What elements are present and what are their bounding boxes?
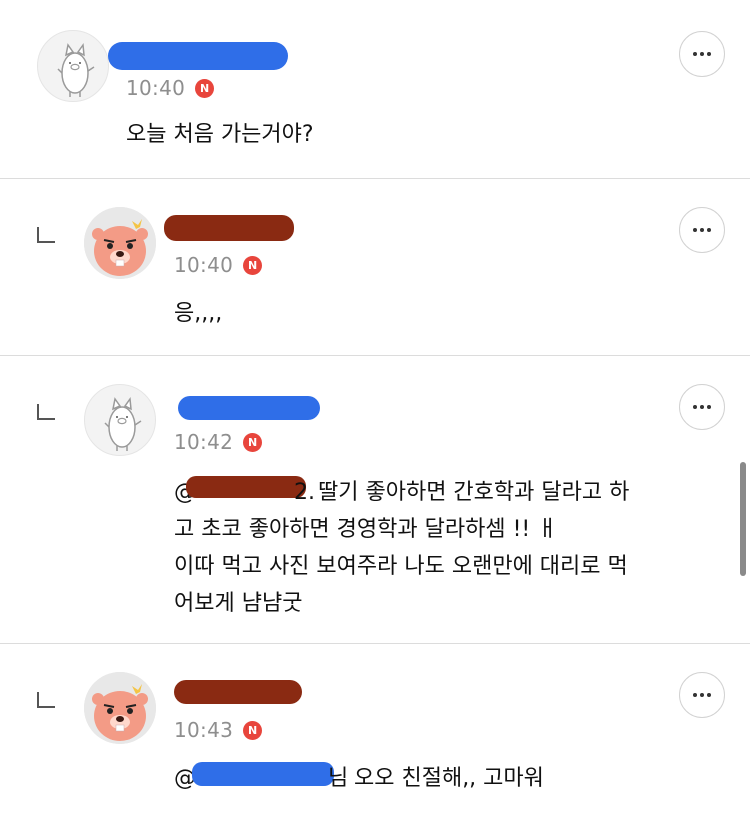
- author-name-redacted: [108, 42, 288, 70]
- avatar[interactable]: [37, 30, 109, 102]
- timestamp: 10:40: [174, 253, 234, 277]
- comment-meta: 10:40 N: [126, 76, 215, 100]
- author-name-redacted: [174, 680, 302, 704]
- more-dot-icon: [693, 405, 697, 409]
- reply-indicator-icon: [37, 227, 55, 243]
- comment-reply: 10:43 N @ 님 오오 친절해,, 고마워: [0, 644, 750, 816]
- comment-meta: 10:43 N: [174, 718, 263, 742]
- reply-indicator-icon: [37, 692, 55, 708]
- more-options-button[interactable]: [679, 672, 725, 718]
- comment-text: 오늘 처음 가는거야?: [126, 122, 314, 147]
- mention-suffix: 님: [328, 766, 349, 791]
- avatar[interactable]: [84, 207, 156, 279]
- more-options-button[interactable]: [679, 31, 725, 77]
- comment-reply: 10:40 N 응,,,,: [0, 179, 750, 355]
- more-options-button[interactable]: [679, 384, 725, 430]
- beaver-character-icon: [84, 207, 156, 279]
- comment-reply: 10:42 N @ 2. 딸기 좋아하면 간호학과 달라고 하 고 초코 좋아하…: [0, 356, 750, 643]
- comment-meta: 10:40 N: [174, 253, 263, 277]
- mention-suffix: 2.: [294, 480, 315, 505]
- beaver-character-icon: [84, 672, 156, 744]
- comment-text: 오오 친절해,, 고마워: [354, 766, 544, 791]
- comment-text: 딸기 좋아하면 간호학과 달라고 하: [318, 480, 630, 505]
- more-dot-icon: [693, 52, 697, 56]
- new-badge: N: [243, 255, 263, 275]
- more-dot-icon: [693, 693, 697, 697]
- pig-character-icon: [57, 42, 95, 97]
- scrollbar[interactable]: [740, 462, 746, 576]
- new-badge: N: [243, 720, 263, 740]
- more-options-button[interactable]: [679, 207, 725, 253]
- comment-text: 응,,,,: [174, 301, 223, 326]
- author-name-redacted: [178, 396, 320, 420]
- more-dot-icon: [693, 228, 697, 232]
- timestamp: 10:40: [126, 76, 186, 100]
- new-badge: N: [195, 78, 215, 98]
- reply-indicator-icon: [37, 404, 55, 420]
- mention-redacted: [192, 762, 334, 786]
- timestamp: 10:42: [174, 430, 234, 454]
- comment-meta: 10:42 N: [174, 430, 263, 454]
- avatar[interactable]: [84, 384, 156, 456]
- mention-redacted: [186, 476, 306, 498]
- comment-item: 10:40 N 오늘 처음 가는거야?: [0, 0, 750, 178]
- comment-text-continued: 고 초코 좋아하면 경영학과 달라하셈 !! ㅐ 이따 먹고 사진 보여주라 나…: [174, 517, 628, 616]
- avatar[interactable]: [84, 672, 156, 744]
- new-badge: N: [243, 432, 263, 452]
- pig-character-icon: [104, 396, 142, 451]
- timestamp: 10:43: [174, 718, 234, 742]
- author-name-redacted: [164, 215, 294, 241]
